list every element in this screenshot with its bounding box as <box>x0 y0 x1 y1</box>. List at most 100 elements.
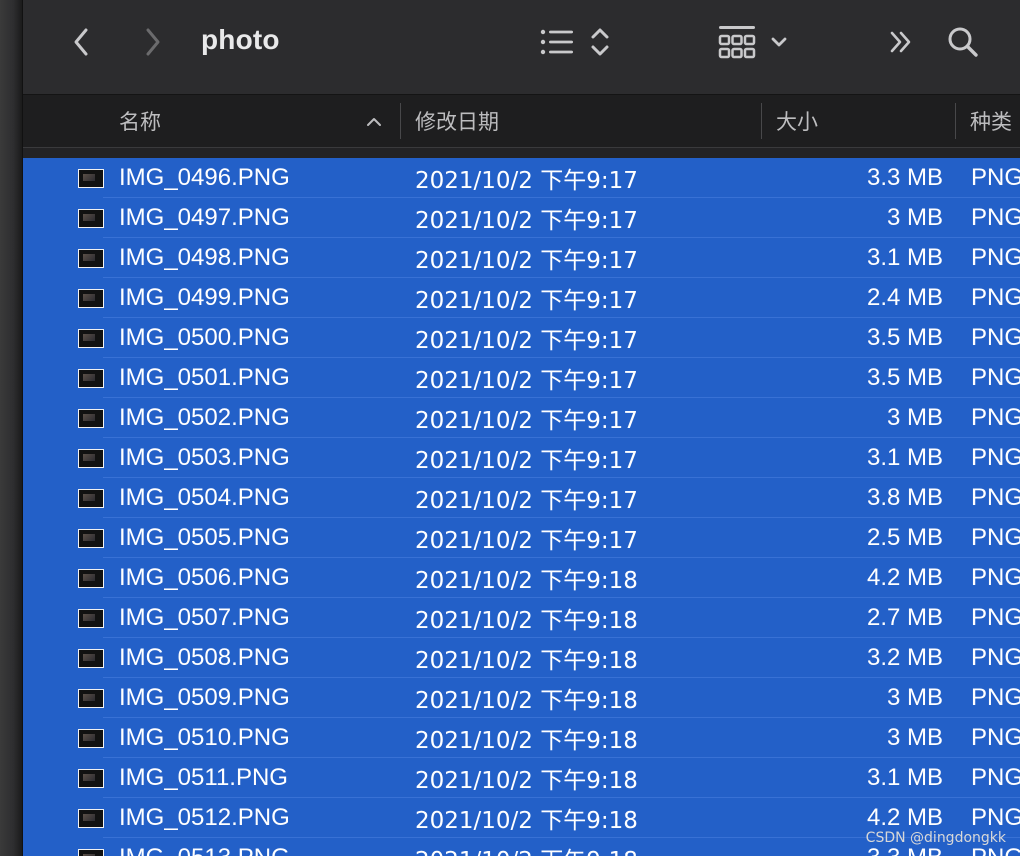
file-size: 3.1 MB <box>866 764 943 791</box>
file-row[interactable]: IMG_0499.PNG 2021/10/2 下午9:17 2.4 MB PNG <box>23 278 1020 318</box>
file-date: 2021/10/2 下午9:17 <box>415 528 638 554</box>
file-name: IMG_0512.PNG <box>119 804 290 831</box>
file-row[interactable]: IMG_0500.PNG 2021/10/2 下午9:17 3.5 MB PNG <box>23 318 1020 358</box>
file-kind: PNG <box>971 244 1020 271</box>
file-size: 3.5 MB <box>866 364 943 391</box>
file-date: 2021/10/2 下午9:17 <box>415 168 638 194</box>
file-row[interactable]: IMG_0504.PNG 2021/10/2 下午9:17 3.8 MB PNG <box>23 478 1020 518</box>
file-size: 3.1 MB <box>866 244 943 271</box>
file-name: IMG_0507.PNG <box>119 604 290 631</box>
file-row[interactable]: IMG_0502.PNG 2021/10/2 下午9:17 3 MB PNG <box>23 398 1020 438</box>
file-kind: PNG <box>971 404 1020 431</box>
image-thumbnail-icon <box>78 329 104 348</box>
file-size: 3.8 MB <box>866 484 943 511</box>
file-row[interactable]: IMG_0510.PNG 2021/10/2 下午9:18 3 MB PNG <box>23 718 1020 758</box>
image-thumbnail-icon <box>78 649 104 668</box>
image-thumbnail-icon <box>78 249 104 268</box>
file-size: 3 MB <box>886 724 943 751</box>
file-size: 3.5 MB <box>866 324 943 351</box>
file-kind: PNG <box>971 684 1020 711</box>
file-list: IMG_0496.PNG 2021/10/2 下午9:17 3.3 MB PNG IMG… <box>23 158 1020 856</box>
file-date: 2021/10/2 下午9:18 <box>415 568 638 594</box>
column-divider[interactable] <box>955 103 956 139</box>
window-title: photo <box>201 24 280 55</box>
file-size: 2.7 MB <box>866 604 943 631</box>
file-row[interactable]: IMG_0511.PNG 2021/10/2 下午9:18 3.1 MB PNG <box>23 758 1020 798</box>
file-date: 2021/10/2 下午9:17 <box>415 288 638 314</box>
group-button[interactable] <box>713 22 793 62</box>
search-icon <box>948 27 978 57</box>
file-size: 2.5 MB <box>866 524 943 551</box>
up-down-chevron-icon <box>591 28 609 56</box>
column-divider[interactable] <box>761 103 762 139</box>
column-divider[interactable] <box>400 103 401 139</box>
file-size: 3.2 MB <box>866 644 943 671</box>
file-row[interactable]: IMG_0496.PNG 2021/10/2 下午9:17 3.3 MB PNG <box>23 158 1020 198</box>
file-kind: PNG <box>971 364 1020 391</box>
forward-button[interactable] <box>135 22 171 62</box>
file-date: 2021/10/2 下午9:17 <box>415 368 638 394</box>
list-view-icon <box>540 29 573 55</box>
back-button[interactable] <box>63 22 99 62</box>
column-name-header[interactable]: 名称 <box>119 95 161 147</box>
desktop-backdrop <box>0 0 22 856</box>
file-size: 2.4 MB <box>866 284 943 311</box>
double-chevron-right-icon <box>890 31 911 53</box>
file-name: IMG_0497.PNG <box>119 204 290 231</box>
image-thumbnail-icon <box>78 369 104 388</box>
file-kind: PNG <box>971 564 1020 591</box>
file-date: 2021/10/2 下午9:18 <box>415 688 638 714</box>
file-name: IMG_0509.PNG <box>119 684 290 711</box>
chevron-down-icon <box>771 37 787 47</box>
column-date-header[interactable]: 修改日期 <box>415 95 499 147</box>
file-size: 4.2 MB <box>866 564 943 591</box>
column-size-header[interactable]: 大小 <box>776 95 818 147</box>
file-row[interactable]: IMG_0503.PNG 2021/10/2 下午9:17 3.1 MB PNG <box>23 438 1020 478</box>
finder-window: photo 名称 修改日期 大小 种类 IMG_0496.PNG 2021/10… <box>22 0 1020 856</box>
column-kind-header[interactable]: 种类 <box>970 95 1012 147</box>
file-kind: PNG <box>971 284 1020 311</box>
image-thumbnail-icon <box>78 769 104 788</box>
file-row[interactable]: IMG_0509.PNG 2021/10/2 下午9:18 3 MB PNG <box>23 678 1020 718</box>
file-size: 3 MB <box>886 404 943 431</box>
image-thumbnail-icon <box>78 609 104 628</box>
file-name: IMG_0513.PNG <box>119 838 290 856</box>
file-kind: PNG <box>971 444 1020 471</box>
image-thumbnail-icon <box>78 729 104 748</box>
file-row[interactable]: IMG_0508.PNG 2021/10/2 下午9:18 3.2 MB PNG <box>23 638 1020 678</box>
file-date: 2021/10/2 下午9:18 <box>415 838 638 856</box>
search-button[interactable] <box>943 22 983 62</box>
image-thumbnail-icon <box>78 689 104 708</box>
image-thumbnail-icon <box>78 209 104 228</box>
image-thumbnail-icon <box>78 169 104 188</box>
file-row[interactable]: IMG_0507.PNG 2021/10/2 下午9:18 2.7 MB PNG <box>23 598 1020 638</box>
file-kind: PNG <box>971 324 1020 351</box>
file-row[interactable]: IMG_0501.PNG 2021/10/2 下午9:17 3.5 MB PNG <box>23 358 1020 398</box>
file-name: IMG_0500.PNG <box>119 324 290 351</box>
file-row[interactable]: IMG_0497.PNG 2021/10/2 下午9:17 3 MB PNG <box>23 198 1020 238</box>
file-date: 2021/10/2 下午9:17 <box>415 448 638 474</box>
file-date: 2021/10/2 下午9:17 <box>415 248 638 274</box>
file-kind: PNG <box>971 724 1020 751</box>
file-date: 2021/10/2 下午9:18 <box>415 808 638 834</box>
more-toolbar-button[interactable] <box>883 22 919 62</box>
file-row[interactable]: IMG_0498.PNG 2021/10/2 下午9:17 3.1 MB PNG <box>23 238 1020 278</box>
file-name: IMG_0501.PNG <box>119 364 290 391</box>
view-options-button[interactable] <box>535 22 615 62</box>
watermark: CSDN @dingdongkk <box>865 830 1006 846</box>
grid-group-icon <box>718 26 756 59</box>
file-row[interactable]: IMG_0506.PNG 2021/10/2 下午9:18 4.2 MB PNG <box>23 558 1020 598</box>
file-name: IMG_0505.PNG <box>119 524 290 551</box>
file-kind: PNG <box>971 644 1020 671</box>
file-date: 2021/10/2 下午9:18 <box>415 608 638 634</box>
file-size: 3 MB <box>886 204 943 231</box>
file-name: IMG_0504.PNG <box>119 484 290 511</box>
column-header: 名称 修改日期 大小 种类 <box>23 95 1020 148</box>
file-name: IMG_0498.PNG <box>119 244 290 271</box>
file-row[interactable]: IMG_0505.PNG 2021/10/2 下午9:17 2.5 MB PNG <box>23 518 1020 558</box>
image-thumbnail-icon <box>78 289 104 308</box>
file-kind: PNG <box>971 484 1020 511</box>
image-thumbnail-icon <box>78 529 104 548</box>
toolbar: photo <box>23 0 1020 95</box>
chevron-up-icon[interactable] <box>365 116 383 128</box>
